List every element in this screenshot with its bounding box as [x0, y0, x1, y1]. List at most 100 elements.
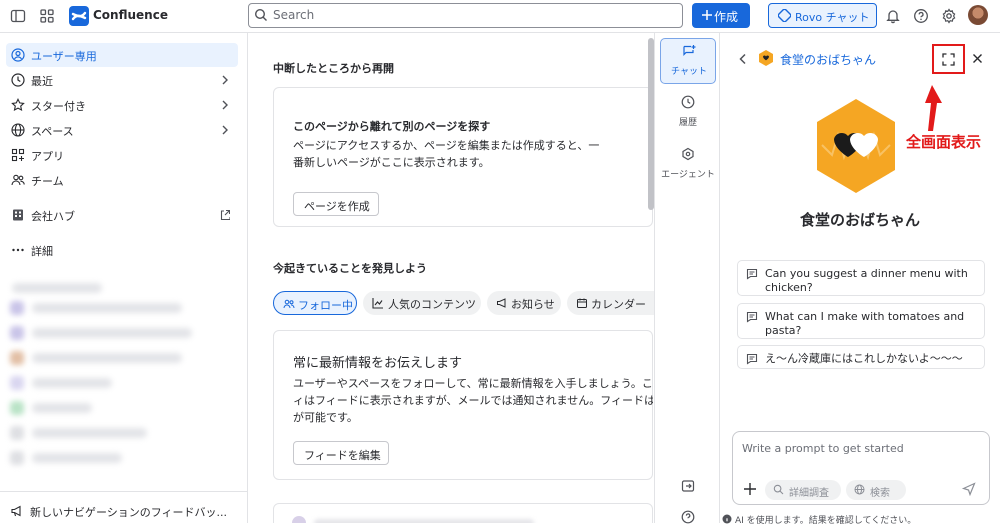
resume-card-text: ページにアクセスするか、ページを編集または作成すると、一 番新しいページがここに… — [293, 139, 600, 169]
chevron-left-icon[interactable] — [738, 53, 748, 65]
people-icon — [283, 299, 295, 309]
search-icon — [773, 484, 784, 495]
feed-empty-card: 常に最新情報をお伝えします ユーザーやスペースをフォローして、常に最新情報を入手… — [273, 330, 653, 480]
megaphone-icon — [497, 298, 506, 308]
search-icon — [254, 8, 270, 24]
user-avatar[interactable] — [968, 5, 988, 25]
sidebar-item-company-hub[interactable]: 会社ハブ — [6, 203, 238, 227]
rovo-nav-agents[interactable]: エージェント — [660, 142, 716, 188]
suggestion-chip[interactable]: え〜ん冷蔵庫にはこれしかないよ〜〜〜 — [737, 345, 985, 369]
create-page-button[interactable]: ページを作成 — [293, 192, 379, 216]
sidebar-item-label: チーム — [31, 175, 64, 188]
agent-name-header[interactable]: 食堂のおばちゃん — [780, 51, 876, 68]
sidebar-item-for-you[interactable]: ユーザー専用 — [6, 43, 238, 67]
deep-research-button[interactable]: 詳細調査 — [765, 480, 841, 500]
annotation-label: 全画面表示 — [906, 133, 982, 151]
clock-icon — [11, 73, 25, 87]
help-icon[interactable] — [681, 510, 695, 524]
open-in-panel-icon[interactable] — [681, 479, 695, 493]
help-icon[interactable] — [913, 8, 929, 24]
suggestion-text: え〜ん冷蔵庫にはこれしかないよ〜〜〜 — [765, 352, 963, 365]
suggestion-text: What can I make with tomatoes and pasta? — [765, 310, 965, 337]
rovo-nav-history[interactable]: 履歴 — [660, 90, 716, 136]
sidebar-item-label: アプリ — [31, 150, 64, 163]
sidebar-item-apps[interactable]: アプリ — [6, 143, 238, 167]
tab-label: お知らせ — [511, 298, 555, 311]
close-icon[interactable] — [972, 53, 983, 64]
chart-icon — [372, 298, 383, 309]
rovo-side-nav: チャット 履歴 エージェント — [654, 33, 720, 524]
sidebar-item-recent[interactable]: 最近 — [6, 68, 238, 92]
suggestion-chip[interactable]: Can you suggest a dinner menu with chick… — [737, 260, 985, 296]
rovo-nav-label: チャット — [671, 67, 707, 77]
external-link-icon — [220, 209, 230, 221]
fullscreen-icon[interactable] — [942, 53, 955, 66]
globe-icon — [11, 123, 25, 137]
discover-section-title: 今起きていることを発見しよう — [273, 262, 427, 275]
app-switcher-icon[interactable] — [39, 8, 55, 24]
prompt-placeholder: Write a prompt to get started — [742, 442, 904, 455]
sidebar-item-label: 詳細 — [31, 245, 53, 258]
top-navigation-bar: Confluence Search 作成 Rovo チャット — [0, 0, 1000, 33]
feedback-label: 新しいナビゲーションのフィードバッ... — [30, 506, 228, 519]
sidebar-item-teams[interactable]: チーム — [6, 168, 238, 192]
create-button[interactable]: 作成 — [692, 3, 750, 28]
ai-disclaimer: AI を使用します。結果を確認してください。 — [735, 516, 917, 526]
search-placeholder: Search — [273, 8, 315, 22]
sidebar-item-spaces[interactable]: スペース — [6, 118, 238, 142]
tab-label: カレンダー — [591, 298, 646, 311]
suggestion-chip[interactable]: What can I make with tomatoes and pasta? — [737, 303, 985, 339]
rovo-nav-label: エージェント — [661, 170, 715, 180]
feed-item-card[interactable] — [273, 503, 653, 523]
chevron-right-icon[interactable] — [220, 99, 230, 111]
send-icon[interactable] — [962, 482, 976, 496]
edit-feed-button[interactable]: フィードを編集 — [293, 441, 389, 465]
apps-icon — [11, 148, 25, 162]
building-icon — [13, 209, 23, 221]
agent-title: 食堂のおばちゃん — [799, 211, 920, 229]
feed-card-text: ユーザーやスペースをフォローして、常に最新情報を入手しましょう。こ ィはフィード… — [293, 377, 653, 424]
deep-research-label: 詳細調査 — [789, 488, 829, 499]
tab-label: フォロー中 — [298, 299, 353, 312]
feed-card-title: 常に最新情報をお伝えします — [293, 356, 463, 371]
sidebar-item-more[interactable]: 詳細 — [6, 238, 238, 262]
annotation-arrow — [925, 85, 942, 131]
user-circle-icon — [11, 48, 25, 62]
tab-calendar[interactable]: カレンダー — [567, 291, 654, 315]
sidebar-toggle-icon[interactable] — [10, 8, 26, 24]
feedback-link[interactable]: 新しいナビゲーションのフィードバッ... — [0, 491, 248, 523]
confluence-logo-icon[interactable] — [69, 6, 89, 26]
rovo-chat-button[interactable]: Rovo チャット — [768, 3, 877, 28]
app-name[interactable]: Confluence — [93, 8, 168, 22]
tab-following[interactable]: フォロー中 — [273, 291, 357, 315]
tab-announcements[interactable]: お知らせ — [487, 291, 561, 315]
rovo-nav-chat[interactable]: チャット — [660, 38, 716, 84]
rovo-nav-label: 履歴 — [678, 118, 697, 128]
history-icon — [681, 95, 695, 109]
sidebar-item-label: 会社ハブ — [31, 210, 75, 223]
add-icon[interactable] — [743, 482, 757, 496]
chevron-right-icon[interactable] — [220, 124, 230, 136]
chat-icon — [683, 45, 696, 56]
resume-card-title: このページから離れて別のページを探す — [293, 120, 491, 133]
blurred-feed-text — [314, 519, 534, 523]
notifications-bell-icon[interactable] — [885, 8, 901, 24]
chevron-right-icon[interactable] — [220, 74, 230, 86]
tab-popular[interactable]: 人気のコンテンツ — [363, 291, 481, 315]
agent-avatar-small-icon — [759, 50, 773, 66]
prompt-input[interactable]: Write a prompt to get started 詳細調査 検索 — [732, 431, 990, 505]
chat-bubble-icon — [746, 311, 758, 323]
plus-icon — [702, 10, 712, 20]
resume-empty-card: このページから離れて別のページを探す ページにアクセスするか、ページを編集または… — [273, 87, 653, 227]
settings-gear-icon[interactable] — [941, 8, 957, 24]
sidebar-item-starred[interactable]: スター付き — [6, 93, 238, 117]
globe-icon — [854, 484, 865, 495]
agent-avatar-icon — [817, 99, 895, 193]
web-search-button[interactable]: 検索 — [846, 480, 906, 500]
tab-label: 人気のコンテンツ — [388, 298, 476, 311]
calendar-icon — [577, 298, 587, 308]
edit-feed-label: フィードを編集 — [304, 449, 381, 462]
star-icon — [11, 98, 25, 112]
more-icon — [12, 248, 24, 252]
rovo-icon — [778, 9, 791, 22]
